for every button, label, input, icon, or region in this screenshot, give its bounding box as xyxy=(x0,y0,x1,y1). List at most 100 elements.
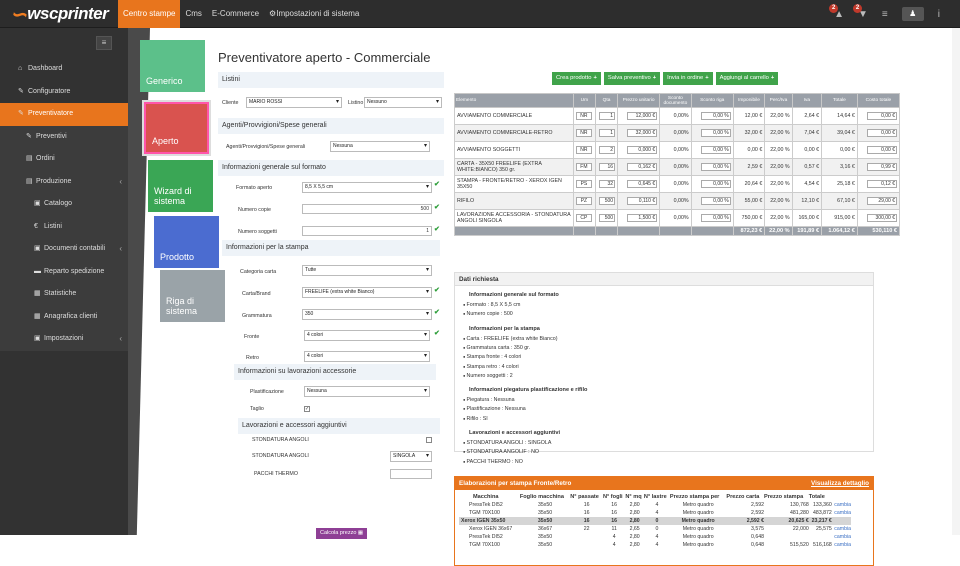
carta-select[interactable]: FREELIFE (extra white Bianco) xyxy=(302,287,432,298)
notification-bell-icon[interactable]: ▲ 2 xyxy=(829,3,844,20)
sidebar-item-configuratore[interactable]: ✎ Configuratore xyxy=(0,81,128,104)
soggetti-input[interactable]: 1 xyxy=(302,226,432,236)
editable-cell-input[interactable]: 16 xyxy=(599,163,616,171)
categoria-select[interactable]: Tutte xyxy=(302,265,432,276)
brand-logo[interactable]: ∽ wscprinter xyxy=(10,4,120,26)
cliente-select[interactable]: MARIO ROSSI xyxy=(246,97,342,108)
sidebar-item-preventivi[interactable]: ✎ Preventivi xyxy=(0,125,128,148)
sidebar-collapse-icon[interactable]: ≡ xyxy=(96,36,112,50)
stondatura-select[interactable]: SINGOLA xyxy=(390,451,432,462)
fronte-select[interactable]: 4 colori xyxy=(304,330,430,341)
calcola-prezzo-button[interactable]: Calcola prezzo ▦ xyxy=(316,528,368,539)
page-scrollbar[interactable] xyxy=(952,28,960,535)
editable-cell-input[interactable]: 1 xyxy=(599,129,616,137)
topnav-impostazioni[interactable]: ⚙Impostazioni di sistema xyxy=(264,0,364,28)
editable-cell-input[interactable]: 0,00 € xyxy=(867,146,897,154)
um-select[interactable]: FM xyxy=(576,163,593,171)
sidebar-item-reparto-spedizione[interactable]: ▬ Reparto spedizione xyxy=(0,260,128,283)
um-select[interactable]: NR xyxy=(576,129,593,137)
sidebar-item-dashboard[interactable]: ⌂ Dashboard xyxy=(0,58,128,81)
formato-select[interactable]: 8,5 X 5,5 cm xyxy=(302,182,432,193)
cambia-link[interactable]: cambia xyxy=(832,509,851,517)
invia-ordine-button[interactable]: Invia in ordine + xyxy=(663,72,713,85)
sidebar-item-produzione[interactable]: ▤ Produzione ‹ xyxy=(0,170,128,193)
sidebar-item-listini[interactable]: € Listini xyxy=(0,215,128,238)
grammatura-select[interactable]: 350 xyxy=(302,309,432,320)
editable-cell-input[interactable]: 1,500 € xyxy=(627,214,658,222)
editable-cell-input[interactable]: 0,00 % xyxy=(700,146,731,154)
editable-cell-input[interactable]: 0,00 % xyxy=(700,112,731,120)
editable-cell-input[interactable]: 500 xyxy=(599,214,616,222)
machines-table-body: PressTek DI52 35x50 16 16 2,80 4 Metro quadro 2… xyxy=(459,501,851,549)
editable-cell-input[interactable]: 0,00 € xyxy=(867,129,897,137)
sidebar-item-anagrafica-clienti[interactable]: ▦ Anagrafica clienti xyxy=(0,305,128,328)
editable-cell-input[interactable]: 0,000 € xyxy=(627,146,658,154)
stondatura-f-checkbox[interactable] xyxy=(426,437,432,443)
cambia-link[interactable]: cambia xyxy=(832,541,851,549)
um-select[interactable]: NR xyxy=(576,112,593,120)
crea-prodotto-button[interactable]: Crea prodotto + xyxy=(552,72,601,85)
copie-input[interactable]: 500 xyxy=(302,204,432,214)
editable-cell-input[interactable]: 0,645 € xyxy=(627,180,658,188)
plastificazione-select[interactable]: Nessuna xyxy=(304,386,430,397)
editable-cell-input[interactable]: 300,00 € xyxy=(867,214,897,222)
editable-cell-input[interactable]: 2 xyxy=(599,146,616,154)
topnav-ecommerce[interactable]: E-Commerce xyxy=(207,0,264,28)
editable-cell-input[interactable]: 0,00 % xyxy=(700,163,731,171)
um-select[interactable]: PS xyxy=(576,180,593,188)
menu-list-icon[interactable]: ≡ xyxy=(882,9,888,20)
cambia-link[interactable]: cambia xyxy=(832,525,851,533)
pacchi-input[interactable] xyxy=(390,469,432,479)
cambia-link[interactable] xyxy=(831,517,851,525)
sidebar-item-documenti-contabili[interactable]: ▣ Documenti contabili ‹ xyxy=(0,238,128,261)
editable-cell-input[interactable]: 0,00 % xyxy=(700,197,731,205)
editable-cell-input[interactable]: 0,00 € xyxy=(867,112,897,120)
machine-row[interactable]: TGM 70X100 35x50 4 2,80 4 Metro quadro 0,648 51… xyxy=(459,541,851,549)
tile-aperto[interactable]: Aperto xyxy=(144,102,209,154)
topnav-centro-stampe[interactable]: Centro stampe xyxy=(118,0,181,28)
taglio-checkbox[interactable]: ✓ xyxy=(304,406,310,412)
table-cell: AVVIAMENTO COMMERCIALE-RETRO xyxy=(454,124,574,142)
editable-cell-input[interactable]: 0,99 € xyxy=(867,163,897,171)
retro-select[interactable]: 4 colori xyxy=(304,351,430,362)
um-select[interactable]: NR xyxy=(576,146,593,154)
editable-cell-input[interactable]: 32 xyxy=(599,180,616,188)
sidebar-item-ordini[interactable]: ▤ Ordini xyxy=(0,148,128,171)
aggiungi-carrello-button[interactable]: Aggiungi al carrello + xyxy=(715,72,779,85)
sidebar-item-impostazioni[interactable]: ▣ Impostazioni ‹ xyxy=(0,328,128,351)
user-menu-icon[interactable]: ♟ xyxy=(901,7,924,21)
sidebar-item-preventivatore[interactable]: ✎ Preventivatore xyxy=(0,103,128,126)
machine-row[interactable]: Xerox IGEN 35x50 35x50 16 16 2,80 0 Metro quad… xyxy=(459,517,851,525)
info-icon[interactable]: i xyxy=(938,9,940,20)
topnav-cms[interactable]: Cms xyxy=(180,0,206,28)
tile-generico[interactable]: Generico xyxy=(140,40,205,92)
machine-row[interactable]: PressTek DI52 35x50 4 2,80 4 Metro quadro 0,64… xyxy=(459,533,851,541)
list-icon: ▤ xyxy=(26,177,33,185)
um-select[interactable]: PZ xyxy=(576,197,593,205)
editable-cell-input[interactable]: 0,110 € xyxy=(627,197,658,205)
editable-cell-input[interactable]: 29,00 € xyxy=(867,197,897,205)
tile-wizard[interactable]: Wizard di sistema xyxy=(148,160,213,212)
editable-cell-input[interactable]: 12,000 € xyxy=(627,112,658,120)
visualizza-dettaglio-link[interactable]: Visualizza dettaglio xyxy=(811,477,869,490)
editable-cell-input[interactable]: 0,00 % xyxy=(700,214,731,222)
editable-cell-input[interactable]: 0,00 % xyxy=(700,180,731,188)
salva-preventivo-button[interactable]: Salva preventivo + xyxy=(603,72,661,85)
sidebar-item-catalogo[interactable]: ▣ Catalogo xyxy=(0,193,128,216)
machine-row[interactable]: TGM 70X100 35x50 16 16 2,80 4 Metro quadro 2,59… xyxy=(459,509,851,517)
sidebar-item-statistiche[interactable]: ▦ Statistiche xyxy=(0,283,128,306)
listino-select[interactable]: Nessuno xyxy=(364,97,442,108)
cambia-link[interactable]: cambia xyxy=(832,501,851,509)
machine-row[interactable]: Xerox IGEN 36x67 36x67 22 11 2,65 0 Metro quad… xyxy=(459,525,851,533)
editable-cell-input[interactable]: 500 xyxy=(599,197,616,205)
um-select[interactable]: CP xyxy=(576,214,593,222)
editable-cell-input[interactable]: 1 xyxy=(599,112,616,120)
cart-icon[interactable]: ▼ 2 xyxy=(853,3,868,20)
editable-cell-input[interactable]: 0,12 € xyxy=(867,180,897,188)
cambia-link[interactable]: cambia xyxy=(832,533,851,541)
editable-cell-input[interactable]: 32,000 € xyxy=(627,129,658,137)
agenti-select[interactable]: Nessuna xyxy=(330,141,430,152)
editable-cell-input[interactable]: 0,162 € xyxy=(627,163,658,171)
editable-cell-input[interactable]: 0,00 % xyxy=(700,129,731,137)
machine-row[interactable]: PressTek DI52 35x50 16 16 2,80 4 Metro quadro 2… xyxy=(459,501,851,509)
